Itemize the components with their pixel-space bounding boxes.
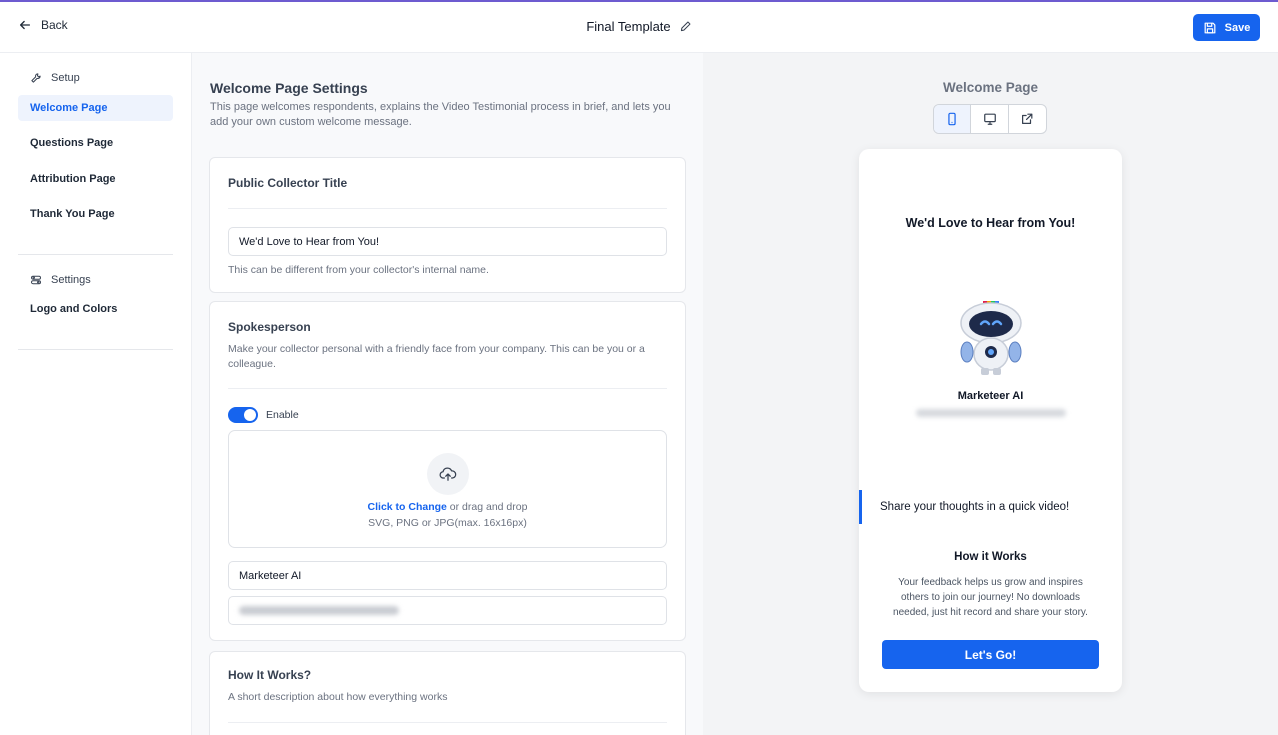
desktop-icon — [983, 113, 996, 125]
sidebar-item-logo-and-colors[interactable]: Logo and Colors — [18, 296, 173, 322]
public-collector-title-card: Public Collector Title We'd Love to Hear… — [209, 157, 686, 293]
sliders-icon — [31, 275, 41, 285]
toggle-knob — [244, 409, 256, 421]
mobile-preview-frame: We'd Love to Hear from You! Marketeer AI… — [859, 149, 1122, 692]
avatar-upload-dropzone[interactable]: Click to Change or drag and drop SVG, PN… — [228, 430, 667, 548]
spokesperson-card: Spokesperson Make your collector persona… — [209, 301, 686, 641]
page-description: This page welcomes respondents, explains… — [210, 101, 671, 128]
sidebar-divider — [18, 349, 173, 350]
mobile-icon — [948, 112, 956, 126]
card-heading: Spokesperson — [228, 320, 311, 334]
mobile-view-button[interactable] — [934, 105, 972, 133]
sidebar-item-label: Attribution Page — [30, 173, 116, 185]
preview-spokesperson-name: Marketeer AI — [957, 390, 1024, 402]
upload-instructions-rest: or drag and drop — [446, 501, 528, 513]
preview-how-heading: How it Works — [954, 551, 1027, 563]
card-divider — [228, 208, 667, 209]
sidebar-divider — [18, 254, 173, 255]
settings-heading-label: Settings — [51, 274, 91, 286]
page-title: Welcome Page Settings — [210, 80, 368, 96]
preview-headline: We'd Love to Hear from You! — [905, 216, 1076, 230]
preview-how-text: Your feedback helps us grow and inspires… — [893, 577, 1088, 618]
card-description: Make your collector personal with a frie… — [228, 343, 645, 370]
template-title-area: Final Template — [0, 19, 1278, 34]
card-divider — [228, 388, 667, 389]
public-title-input[interactable]: We'd Love to Hear from You! — [228, 227, 667, 256]
upload-formats: SVG, PNG or JPG(max. 16x16px) — [368, 517, 527, 529]
open-external-button[interactable] — [1009, 105, 1046, 133]
desktop-view-button[interactable] — [971, 105, 1009, 133]
sidebar-item-attribution-page[interactable]: Attribution Page — [18, 166, 173, 192]
preview-redacted-email — [916, 409, 1066, 417]
save-label: Save — [1224, 21, 1251, 34]
cloud-upload-icon — [439, 467, 457, 481]
sidebar-item-questions-page[interactable]: Questions Page — [18, 130, 173, 156]
template-title: Final Template — [586, 19, 671, 34]
card-heading: Public Collector Title — [228, 176, 348, 190]
enable-label: Enable — [266, 409, 299, 421]
enable-toggle[interactable] — [228, 407, 258, 423]
how-it-works-card: How It Works? A short description about … — [209, 651, 686, 735]
lets-go-label: Let's Go! — [964, 647, 1017, 662]
public-title-hint: This can be different from your collecto… — [228, 264, 489, 276]
sidebar-item-label: Questions Page — [30, 137, 114, 149]
preview-quote-text: Share your thoughts in a quick video! — [880, 501, 1070, 513]
click-to-change-link[interactable]: Click to Change — [368, 501, 447, 513]
sidebar-item-label: Welcome Page — [30, 102, 108, 114]
top-bar: Back Final Template Save — [0, 2, 1278, 53]
redacted-email — [239, 606, 399, 615]
upload-instructions: Click to Change or drag and drop — [229, 501, 666, 513]
pencil-icon[interactable] — [679, 20, 692, 33]
preview-title: Welcome Page — [942, 80, 1039, 95]
upload-icon-circle — [427, 453, 469, 495]
preview-quote: Share your thoughts in a quick video! — [859, 490, 1122, 524]
preview-panel: Welcome Page We'd Love to Hear from You!… — [703, 53, 1278, 735]
external-link-icon — [1022, 113, 1033, 124]
sidebar-item-thank-you-page[interactable]: Thank You Page — [18, 201, 173, 227]
spokesperson-name-input[interactable]: Marketeer AI — [228, 561, 667, 590]
wrench-icon — [31, 73, 41, 83]
device-toggle-group — [933, 104, 1047, 134]
spokesperson-email-input[interactable] — [228, 596, 667, 625]
settings-panel: Welcome Page Settings This page welcomes… — [192, 53, 703, 735]
lets-go-button[interactable]: Let's Go! — [882, 640, 1099, 669]
sidebar-item-label: Logo and Colors — [30, 303, 118, 315]
sidebar-item-welcome-page[interactable]: Welcome Page — [18, 95, 173, 121]
card-description: A short description about how everything… — [228, 691, 448, 703]
sidebar: Setup Welcome Page Questions Page Attrib… — [0, 53, 192, 735]
setup-heading: Setup — [30, 72, 80, 84]
save-button[interactable]: Save — [1193, 14, 1260, 41]
setup-heading-label: Setup — [51, 72, 80, 84]
floppy-disk-icon — [1204, 22, 1216, 33]
card-divider — [228, 722, 667, 723]
card-heading: How It Works? — [228, 668, 312, 682]
robot-avatar-icon — [960, 301, 1022, 375]
sidebar-item-label: Thank You Page — [30, 208, 115, 220]
settings-heading: Settings — [30, 274, 91, 286]
